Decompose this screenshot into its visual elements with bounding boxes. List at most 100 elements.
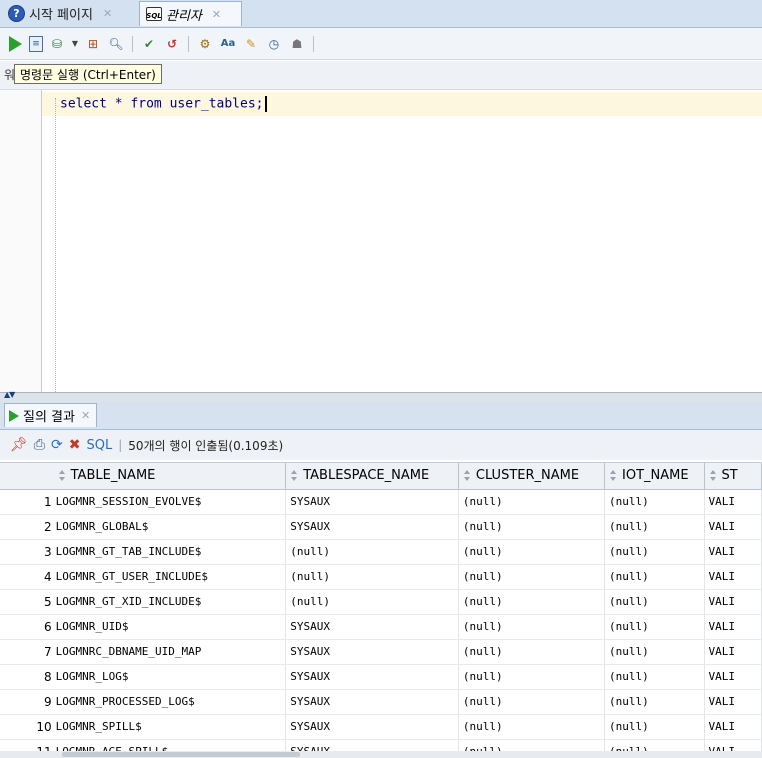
commit-button[interactable]: ✔ <box>140 35 158 53</box>
unshared-sql-button[interactable]: ⚙ <box>196 35 214 53</box>
sort-icon[interactable] <box>58 470 67 482</box>
cell-tablespace[interactable]: SYSAUX <box>285 714 459 740</box>
splitter-arrows-icon[interactable]: ▲▼ <box>4 391 15 399</box>
delete-icon[interactable]: ✖ <box>69 437 81 453</box>
cell-tablespace[interactable]: SYSAUX <box>285 614 459 640</box>
cell-iot[interactable]: (null) <box>604 564 705 590</box>
tab-start-page[interactable]: ? 시작 페이지 ✕ <box>2 1 138 26</box>
cell-cluster[interactable]: (null) <box>458 689 606 715</box>
cell-status[interactable]: VALI <box>704 664 762 690</box>
cell-tablespace[interactable]: SYSAUX <box>285 489 459 515</box>
horizontal-scrollbar-thumb[interactable] <box>62 752 300 757</box>
table-row[interactable]: 10 LOGMNR_SPILL$ SYSAUX (null) (null) VALI <box>0 714 762 740</box>
print-icon[interactable]: ⎙ <box>34 437 45 453</box>
cell-table-name[interactable]: LOGMNR_LOG$ <box>53 664 287 690</box>
sql-history-button[interactable]: ◷ <box>265 35 283 53</box>
dropdown-arrow-icon[interactable]: ▼ <box>71 35 79 53</box>
close-icon[interactable]: ✕ <box>212 8 221 21</box>
cell-cluster[interactable]: (null) <box>458 714 606 740</box>
cell-status[interactable]: VALI <box>704 639 762 665</box>
row-number: 6 <box>0 614 54 640</box>
refresh-icon[interactable]: ⟳ <box>51 437 63 453</box>
table-row[interactable]: 2 LOGMNR_GLOBAL$ SYSAUX (null) (null) VALI <box>0 514 762 540</box>
cell-tablespace[interactable]: SYSAUX <box>285 664 459 690</box>
close-icon[interactable]: ✕ <box>81 409 90 422</box>
cell-cluster[interactable]: (null) <box>458 489 606 515</box>
clear-button[interactable]: ✎ <box>242 35 260 53</box>
cell-iot[interactable]: (null) <box>604 514 705 540</box>
sort-icon[interactable] <box>463 470 472 482</box>
cell-cluster[interactable]: (null) <box>458 514 606 540</box>
table-row[interactable]: 9 LOGMNR_PROCESSED_LOG$ SYSAUX (null) (null)… <box>0 689 762 715</box>
cell-status[interactable]: VALI <box>704 614 762 640</box>
sort-icon[interactable] <box>290 470 299 482</box>
cell-table-name[interactable]: LOGMNR_UID$ <box>53 614 287 640</box>
column-header-cluster-name[interactable]: CLUSTER_NAME <box>458 463 606 490</box>
cell-cluster[interactable]: (null) <box>458 539 606 565</box>
cell-table-name[interactable]: LOGMNR_GT_XID_INCLUDE$ <box>53 589 287 615</box>
cell-status[interactable]: VALI <box>704 564 762 590</box>
table-row[interactable]: 3 LOGMNR_GT_TAB_INCLUDE$ (null) (null) (null… <box>0 539 762 565</box>
table-row[interactable]: 6 LOGMNR_UID$ SYSAUX (null) (null) VALI <box>0 614 762 640</box>
cell-iot[interactable]: (null) <box>604 589 705 615</box>
table-row[interactable]: 8 LOGMNR_LOG$ SYSAUX (null) (null) VALI <box>0 664 762 690</box>
cell-iot[interactable]: (null) <box>604 639 705 665</box>
cell-table-name[interactable]: LOGMNR_SPILL$ <box>53 714 287 740</box>
close-icon[interactable]: ✕ <box>103 7 112 20</box>
rollback-button[interactable]: ↺ <box>163 35 181 53</box>
cell-cluster[interactable]: (null) <box>458 664 606 690</box>
pin-icon[interactable]: 📌︎ <box>10 437 28 453</box>
cell-tablespace[interactable]: (null) <box>285 564 459 590</box>
table-row[interactable]: 1 LOGMNR_SESSION_EVOLVE$ SYSAUX (null) (null… <box>0 489 762 515</box>
cell-cluster[interactable]: (null) <box>458 564 606 590</box>
monitor-sessions-button[interactable]: ☗ <box>288 35 306 53</box>
cell-cluster[interactable]: (null) <box>458 639 606 665</box>
cell-tablespace[interactable]: SYSAUX <box>285 514 459 540</box>
column-header-table-name[interactable]: TABLE_NAME <box>53 463 287 490</box>
code-line[interactable]: select * from user_tables; <box>60 96 267 112</box>
cell-status[interactable]: VALI <box>704 589 762 615</box>
cell-iot[interactable]: (null) <box>604 689 705 715</box>
sql-link[interactable]: SQL <box>86 438 112 453</box>
table-row[interactable]: 5 LOGMNR_GT_XID_INCLUDE$ (null) (null) (null… <box>0 589 762 615</box>
cell-iot[interactable]: (null) <box>604 489 705 515</box>
column-header-status[interactable]: ST <box>704 463 762 490</box>
cell-table-name[interactable]: LOGMNR_GT_TAB_INCLUDE$ <box>53 539 287 565</box>
cell-iot[interactable]: (null) <box>604 539 705 565</box>
cell-status[interactable]: VALI <box>704 689 762 715</box>
cell-cluster[interactable]: (null) <box>458 589 606 615</box>
run-statement-button[interactable] <box>6 35 24 53</box>
cell-tablespace[interactable]: SYSAUX <box>285 689 459 715</box>
cell-tablespace[interactable]: (null) <box>285 589 459 615</box>
cell-iot[interactable]: (null) <box>604 714 705 740</box>
cell-tablespace[interactable]: (null) <box>285 539 459 565</box>
run-icon <box>8 35 22 52</box>
explain-plan-button[interactable]: ⊞ <box>84 35 102 53</box>
cell-table-name[interactable]: LOGMNR_GLOBAL$ <box>53 514 287 540</box>
cell-status[interactable]: VALI <box>704 514 762 540</box>
tab-query-result[interactable]: 질의 결과 ✕ <box>4 403 98 427</box>
table-row[interactable]: 7 LOGMNRC_DBNAME_UID_MAP SYSAUX (null) (null… <box>0 639 762 665</box>
cell-table-name[interactable]: LOGMNR_GT_USER_INCLUDE$ <box>53 564 287 590</box>
sql-editor[interactable] <box>0 90 762 392</box>
cell-status[interactable]: VALI <box>704 489 762 515</box>
tab-admin-worksheet[interactable]: SQL 관리자 ✕ <box>139 1 242 26</box>
autotrace-button[interactable]: ⛁ <box>48 35 66 53</box>
cell-status[interactable]: VALI <box>704 539 762 565</box>
cell-cluster[interactable]: (null) <box>458 614 606 640</box>
cell-table-name[interactable]: LOGMNR_SESSION_EVOLVE$ <box>53 489 287 515</box>
cell-table-name[interactable]: LOGMNR_PROCESSED_LOG$ <box>53 689 287 715</box>
sort-icon[interactable] <box>609 470 618 482</box>
cell-iot[interactable]: (null) <box>604 664 705 690</box>
cell-iot[interactable]: (null) <box>604 614 705 640</box>
cell-status[interactable]: VALI <box>704 714 762 740</box>
case-toggle-button[interactable]: Aa <box>219 35 237 53</box>
column-header-iot-name[interactable]: IOT_NAME <box>604 463 705 490</box>
sort-icon[interactable] <box>709 470 718 482</box>
cell-table-name[interactable]: LOGMNRC_DBNAME_UID_MAP <box>53 639 287 665</box>
table-row[interactable]: 4 LOGMNR_GT_USER_INCLUDE$ (null) (null) (nul… <box>0 564 762 590</box>
run-script-button[interactable]: ≡ <box>29 35 43 52</box>
column-header-tablespace-name[interactable]: TABLESPACE_NAME <box>285 463 459 490</box>
sql-tuning-button[interactable]: 🔍︎ <box>107 35 125 53</box>
cell-tablespace[interactable]: SYSAUX <box>285 639 459 665</box>
